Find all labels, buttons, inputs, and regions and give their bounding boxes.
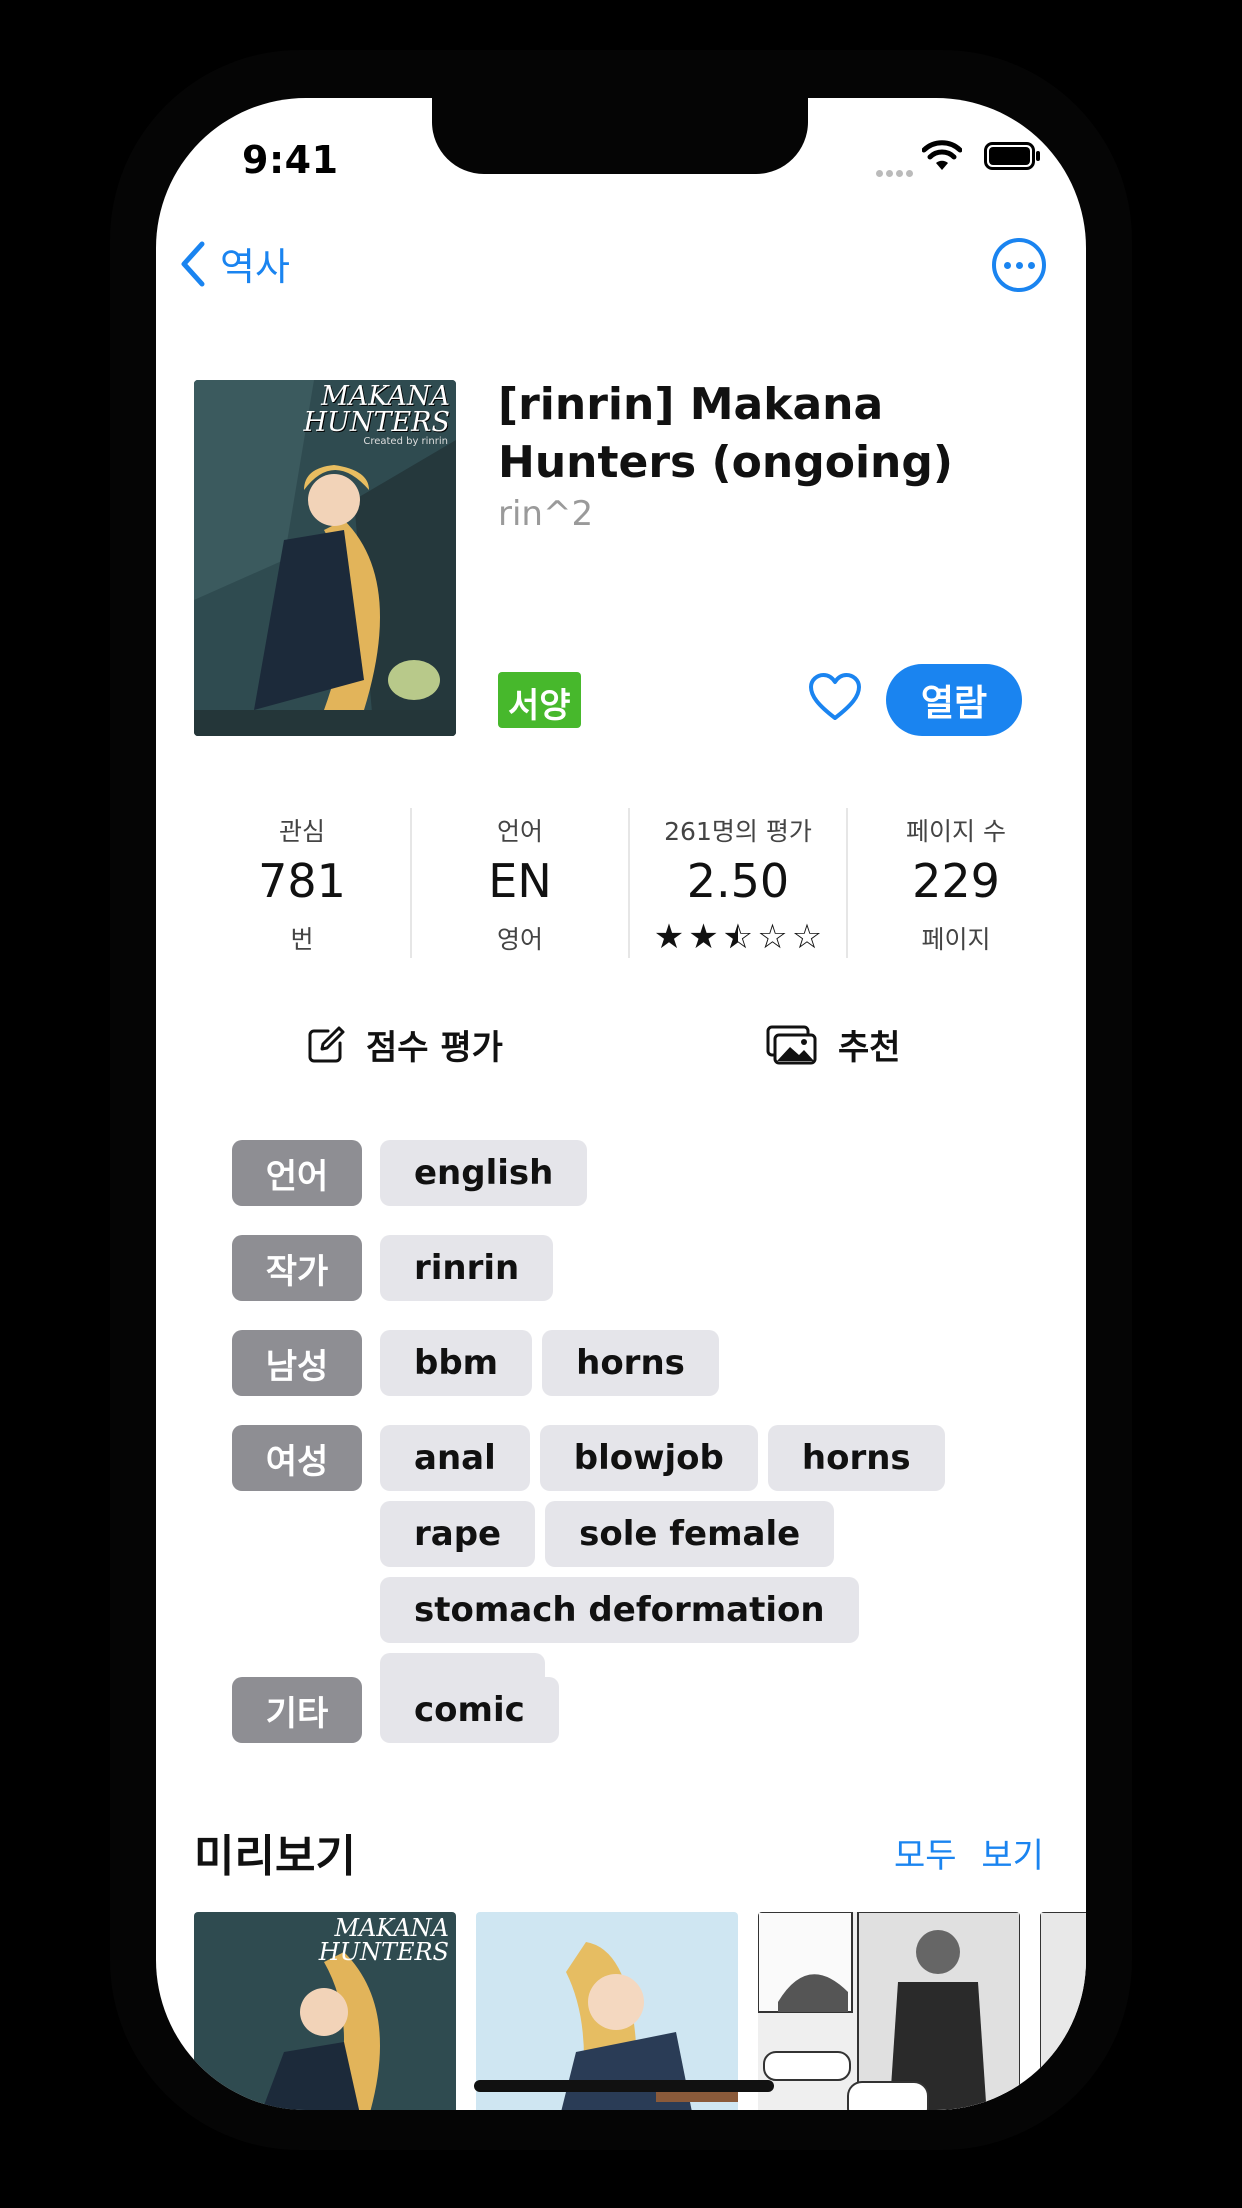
tag-chip[interactable]: horns [767, 1425, 945, 1491]
tag-values: english [380, 1140, 1000, 1206]
thumbnail-image: MAKANA HUNTERS [194, 1912, 456, 2110]
stat-sub: 번 [290, 925, 314, 954]
cover-image[interactable]: MAKANA HUNTERS Created by rinrin [194, 380, 456, 736]
stat-value: EN [488, 854, 552, 908]
cover-subtitle: Created by rinrin [363, 436, 448, 447]
stat-favorites: 관심 781 번 [194, 808, 412, 958]
back-label: 역사 [220, 245, 290, 289]
category-badge: 서양 [498, 672, 581, 728]
star-full-icon: ★ [688, 917, 719, 957]
see-all-link[interactable]: 모두 보기 [894, 1828, 1044, 1877]
recommend-label: 추천 [838, 1028, 901, 1068]
rate-button[interactable]: 점수 평가 [306, 1020, 503, 1069]
wifi-icon [922, 140, 962, 170]
stat-sub: 페이지 [921, 925, 991, 954]
tag-namespace: 작가 [232, 1235, 362, 1301]
status-time: 9:41 [242, 138, 339, 182]
tag-values: rinrin [380, 1235, 1000, 1301]
gallery-title: [rinrin] Makana Hunters (ongoing) [498, 379, 953, 488]
thumbnail-image [1040, 1912, 1086, 2110]
preview-thumbnail[interactable] [758, 1912, 1020, 2110]
star-full-icon: ★ [653, 917, 685, 957]
tag-chip[interactable]: rinrin [380, 1235, 554, 1301]
more-options-button[interactable] [992, 238, 1046, 292]
stat-sub: 영어 [496, 925, 543, 954]
tag-chip[interactable]: anal [380, 1425, 530, 1491]
stat-label: 261명의 평가 [664, 817, 812, 846]
preview-thumbnail[interactable]: MAKANA HUNTERS [194, 1912, 456, 2110]
favorite-heart-icon[interactable] [808, 672, 862, 722]
tag-row: 여성 anal blowjob horns rape sole female stomach… [232, 1425, 1000, 1719]
home-indicator [474, 2080, 774, 2092]
open-button[interactable]: 열람 [886, 664, 1022, 736]
stats-bar: 관심 781 번 언어 EN 영어 261명의 평가 2.50 ★★☆★☆☆ 페… [194, 808, 1064, 958]
tag-row: 작가 rinrin [232, 1235, 1000, 1301]
svg-text:HUNTERS: HUNTERS [318, 1938, 449, 1966]
notch [432, 98, 808, 174]
stat-value: 229 [912, 854, 1000, 908]
tag-chip[interactable]: horns [542, 1330, 719, 1396]
screen: 9:41 역사 MAKANA HUNTERS Created by rinrin… [156, 98, 1086, 2110]
tag-namespace: 기타 [232, 1677, 362, 1743]
photos-icon [766, 1025, 817, 1064]
tag-chip[interactable]: bbm [380, 1330, 533, 1396]
preview-title: 미리보기 [194, 1831, 356, 1882]
preview-thumbnail[interactable] [1040, 1912, 1086, 2110]
more-icon [1003, 261, 1011, 269]
tag-chip[interactable]: sole female [545, 1501, 835, 1567]
chevron-left-icon [181, 241, 205, 286]
rate-label: 점수 평가 [366, 1028, 503, 1068]
thumbnail-image [758, 1912, 1020, 2110]
tag-chip[interactable]: stomach deformation [380, 1577, 859, 1643]
tag-values: bbm horns [380, 1330, 1000, 1396]
tag-row: 언어 english [232, 1140, 1000, 1206]
stat-rating[interactable]: 261명의 평가 2.50 ★★☆★☆☆ [630, 808, 848, 958]
stat-value: 2.50 [686, 854, 790, 908]
rating-stars: ★★☆★☆☆ [654, 920, 822, 954]
signal-icon [876, 162, 916, 181]
cover-title: MAKANA HUNTERS [303, 381, 450, 438]
star-empty-icon: ☆ [791, 917, 823, 957]
stat-language: 언어 EN 영어 [412, 808, 630, 958]
tag-values: comic [380, 1677, 1000, 1743]
tag-row: 기타 comic [232, 1677, 1000, 1743]
tag-values: anal blowjob horns rape sole female stomach d… [380, 1425, 1000, 1719]
star-half-icon: ☆★ [722, 917, 754, 957]
tag-chip[interactable]: english [380, 1140, 588, 1206]
tag-chip[interactable]: blowjob [539, 1425, 758, 1491]
stat-label: 언어 [496, 817, 543, 846]
tag-chip[interactable]: rape [380, 1501, 536, 1567]
tag-chip[interactable]: comic [380, 1677, 559, 1743]
stat-label: 관심 [278, 817, 325, 846]
stat-pages: 페이지 수 229 페이지 [848, 808, 1064, 958]
artist-name[interactable]: rin^2 [498, 494, 593, 534]
battery-icon [984, 142, 1040, 170]
tag-namespace: 여성 [232, 1425, 362, 1491]
edit-icon [308, 1026, 345, 1062]
recommend-button[interactable]: 추천 [766, 1020, 901, 1069]
back-button[interactable]: 역사 [178, 236, 290, 291]
star-empty-icon: ☆ [757, 917, 788, 957]
stat-value: 781 [258, 854, 346, 908]
tag-namespace: 남성 [232, 1330, 362, 1396]
tag-namespace: 언어 [232, 1140, 362, 1206]
stat-label: 페이지 수 [906, 817, 1006, 846]
tag-row: 남성 bbm horns [232, 1330, 1000, 1396]
